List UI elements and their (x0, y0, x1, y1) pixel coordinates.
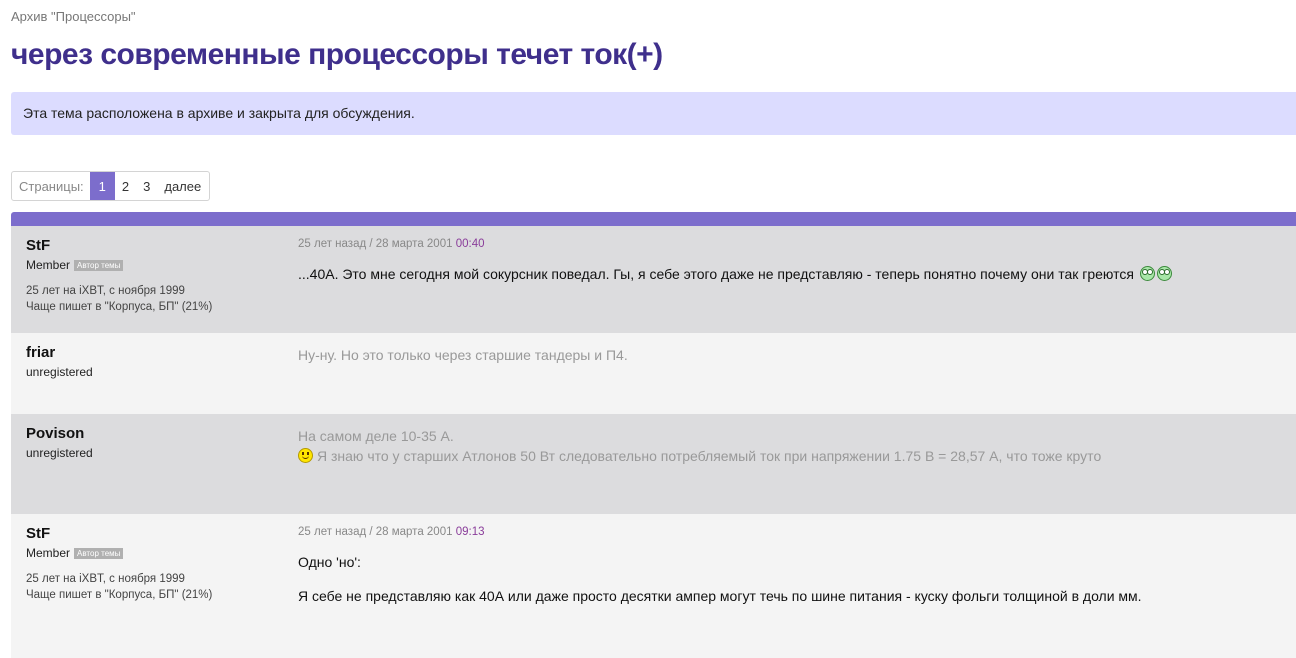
post-date: 25 лет назад / 28 марта 2001 00:40 (298, 236, 1286, 252)
often-posts-in: Чаще пишет в "Корпуса, БП" (21%) (26, 301, 213, 313)
post-text-line: Одно 'но': (298, 554, 361, 570)
post: Povison unregistered На самом деле 10-35… (11, 414, 1296, 514)
post-content: На самом деле 10-35 А. Я знаю что у стар… (298, 426, 1286, 466)
author-meta: 25 лет на iXBT, с ноября 1999 Чаще пишет… (26, 283, 286, 315)
post-text-line: На самом деле 10-35 А. (298, 428, 454, 444)
rolleyes-smiley-icon (1156, 266, 1172, 281)
post-author: friar unregistered (26, 343, 286, 381)
author-role: unregistered (26, 446, 93, 460)
author-meta: 25 лет на iXBT, с ноября 1999 Чаще пишет… (26, 571, 286, 603)
post: StF Member Автор темы 25 лет на iXBT, с н… (11, 514, 1296, 658)
post-author: Povison unregistered (26, 424, 286, 462)
next-page-link[interactable]: далее (157, 172, 209, 200)
post-date: 25 лет назад / 28 марта 2001 09:13 (298, 524, 1286, 540)
post-content: 25 лет назад / 28 марта 2001 09:13 Одно … (298, 524, 1286, 606)
post-text: ...40А. Это мне сегодня мой сокурсник по… (298, 266, 1134, 282)
post-author: StF Member Автор темы 25 лет на iXBT, с н… (26, 236, 286, 315)
topic-author-badge: Автор темы (74, 260, 124, 271)
rolleyes-smiley-icon (1139, 266, 1155, 281)
archive-notice: Эта тема расположена в архиве и закрыта … (11, 92, 1296, 135)
member-since: 25 лет на iXBT, с ноября 1999 (26, 285, 185, 297)
post-date-text: 25 лет назад / 28 марта 2001 (298, 526, 453, 538)
post-text-line: Я знаю что у старших Атлонов 50 Вт следо… (317, 448, 1102, 464)
post-body-line: Я знаю что у старших Атлонов 50 Вт следо… (298, 446, 1286, 466)
post-date-text: 25 лет назад / 28 марта 2001 (298, 238, 453, 250)
author-role: Member Автор темы (26, 544, 286, 562)
breadcrumb[interactable]: Архив "Процессоры" (11, 9, 136, 24)
author-name: Povison (26, 425, 85, 442)
author-name: friar (26, 344, 56, 361)
topic-author-badge: Автор темы (74, 548, 124, 559)
author-role: Member Автор темы (26, 256, 286, 274)
author-name[interactable]: StF (26, 524, 286, 544)
posts-header-bar (11, 212, 1296, 226)
post: friar unregistered Ну-ну. Но это только … (11, 333, 1296, 414)
smile-smiley-icon (298, 448, 313, 463)
archive-notice-text: Эта тема расположена в архиве и закрыта … (23, 105, 415, 121)
author-role-label: Member (26, 546, 71, 560)
author-role-label: Member (26, 258, 71, 272)
post-time[interactable]: 00:40 (456, 238, 485, 250)
author-name[interactable]: StF (26, 236, 286, 256)
post-time[interactable]: 09:13 (456, 526, 485, 538)
pagination: Страницы: 1 2 3 далее (11, 171, 211, 201)
post-text-line: Я себе не представляю как 40А или даже п… (298, 588, 1142, 604)
page-link-1[interactable]: 1 (89, 172, 115, 200)
post: StF Member Автор темы 25 лет на iXBT, с н… (11, 226, 1296, 333)
author-role: unregistered (26, 365, 93, 379)
post-content: Ну-ну. Но это только через старшие танде… (298, 345, 1286, 365)
often-posts-in: Чаще пишет в "Корпуса, БП" (21%) (26, 589, 213, 601)
page-link-3[interactable]: 3 (136, 172, 157, 200)
page-title: через современные процессоры течет ток(+… (11, 38, 663, 71)
pagination-label: Страницы: (19, 178, 84, 194)
post-text: Ну-ну. Но это только через старшие танде… (298, 347, 628, 363)
post-author: StF Member Автор темы 25 лет на iXBT, с н… (26, 524, 286, 603)
post-body: ...40А. Это мне сегодня мой сокурсник по… (298, 264, 1286, 284)
page-link-2[interactable]: 2 (115, 172, 136, 200)
member-since: 25 лет на iXBT, с ноября 1999 (26, 573, 185, 585)
post-content: 25 лет назад / 28 марта 2001 00:40 ...40… (298, 236, 1286, 284)
